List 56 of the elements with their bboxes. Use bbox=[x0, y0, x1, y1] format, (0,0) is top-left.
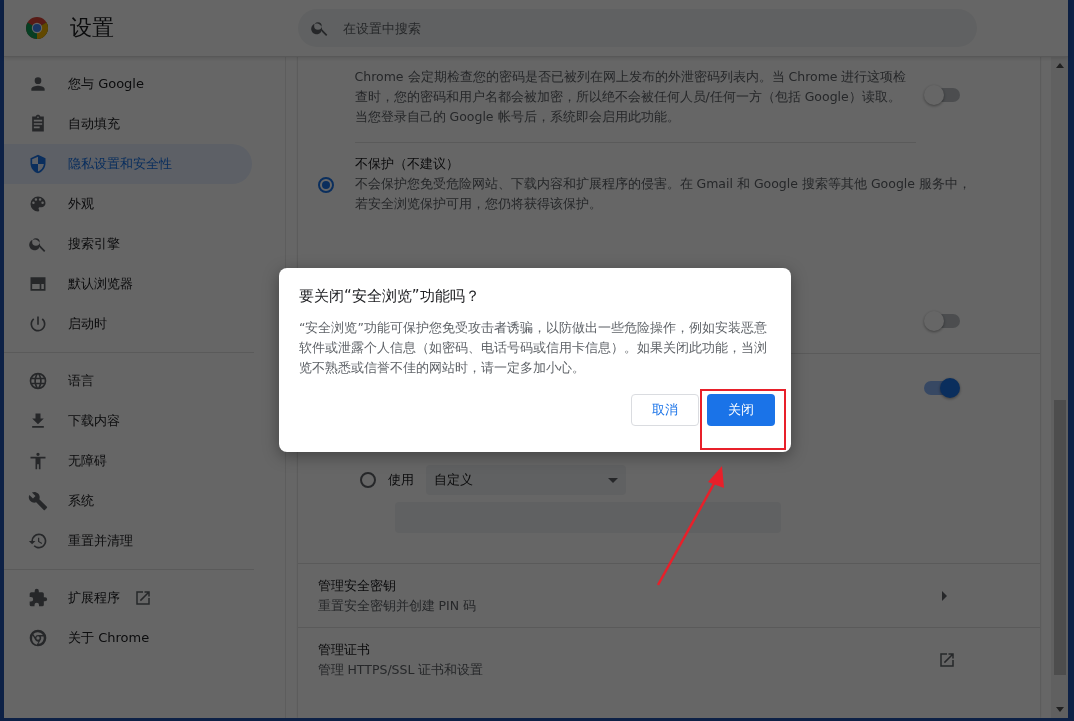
dialog-title: 要关闭“安全浏览”功能吗？ bbox=[299, 286, 481, 306]
chrome-logo-icon bbox=[25, 16, 49, 40]
dialog-message: “安全浏览”功能可保护您免受攻击者诱骗，以防做出一些危险操作，例如安装恶意软件或泄露个人信息（如密码、电话号码或信用卡信息）。如果关闭此功能，当浏览不熟悉或信誉不佳的网站时，请一定多加小心。 bbox=[299, 319, 768, 377]
setting-description: 当您登录自己的 Google 帐号后，系统即会启用此功能。 bbox=[354, 108, 681, 126]
toggle-switch[interactable] bbox=[923, 380, 958, 395]
toggle-switch[interactable] bbox=[925, 314, 960, 328]
close-button[interactable]: 关闭 bbox=[707, 394, 775, 426]
power-icon bbox=[28, 314, 48, 334]
sidebar-item[interactable]: 默认浏览器 bbox=[4, 264, 252, 304]
option-label: 使用 bbox=[387, 471, 414, 489]
radio-button[interactable] bbox=[359, 472, 376, 488]
browser-window-icon bbox=[28, 274, 48, 294]
sidebar-item[interactable]: 下载内容 bbox=[4, 401, 252, 441]
sidebar-item[interactable]: 启动时 bbox=[4, 304, 252, 344]
radio-button[interactable] bbox=[317, 177, 334, 193]
sidebar-item[interactable]: 关于 Chrome bbox=[4, 618, 252, 658]
scrollbar[interactable] bbox=[1051, 57, 1068, 718]
setting-description: Chrome 会定期检查您的密码是否已被列在网上发布的外泄密码列表内。当 Chrome 进行这项检 bbox=[354, 68, 908, 86]
toggle-switch[interactable] bbox=[925, 88, 960, 102]
sidebar-item[interactable]: 您与 Google bbox=[4, 64, 252, 104]
chevron-right-icon bbox=[941, 590, 947, 601]
row-subtitle: 重置安全密钥并创建 PIN 码 bbox=[317, 596, 478, 615]
shield-icon bbox=[28, 154, 48, 174]
sidebar-item[interactable]: 语言 bbox=[4, 361, 252, 401]
cancel-button[interactable]: 取消 bbox=[631, 394, 699, 426]
sidebar-item[interactable]: 隐私设置和安全性 bbox=[4, 144, 252, 184]
sidebar-item[interactable]: 无障碍 bbox=[4, 441, 252, 481]
custom-url-field[interactable] bbox=[394, 502, 781, 533]
page-title: 设置 bbox=[70, 14, 115, 42]
option-description: 不会保护您免受危险网站、下载内容和扩展程序的侵害。在 Gmail 和 Google 搜索等其他 Google 服务中， bbox=[354, 175, 971, 193]
sidebar-item[interactable]: 外观 bbox=[4, 184, 252, 224]
provider-dropdown[interactable]: 自定义 bbox=[425, 465, 626, 495]
row-title: 管理安全密钥 bbox=[317, 576, 397, 595]
row-title: 管理证书 bbox=[317, 640, 371, 659]
sidebar-item[interactable]: 重置并清理 bbox=[4, 521, 252, 561]
dropdown-caret-icon bbox=[607, 477, 618, 483]
wrench-icon bbox=[28, 491, 48, 511]
option-title: 不保护（不建议） bbox=[354, 155, 460, 173]
sidebar-item[interactable]: 搜索引擎 bbox=[4, 224, 252, 264]
history-icon bbox=[28, 531, 48, 551]
accessibility-icon bbox=[28, 451, 48, 471]
person-icon bbox=[28, 74, 48, 94]
settings-row[interactable]: 管理安全密钥 重置安全密钥并创建 PIN 码 bbox=[297, 563, 1040, 627]
sidebar-item[interactable]: 系统 bbox=[4, 481, 252, 521]
chrome-outline-icon bbox=[28, 628, 48, 648]
settings-row[interactable]: 管理证书 管理 HTTPS/SSL 证书和设置 bbox=[297, 627, 1040, 691]
globe-icon bbox=[28, 371, 48, 391]
scroll-down-icon[interactable] bbox=[1055, 707, 1064, 712]
sidebar-item[interactable]: 自动填充 bbox=[4, 104, 252, 144]
palette-icon bbox=[28, 194, 48, 214]
sidebar-item[interactable]: 扩展程序 bbox=[4, 578, 252, 618]
external-link-icon bbox=[937, 650, 956, 669]
scroll-up-icon[interactable] bbox=[1055, 63, 1064, 68]
puzzle-icon bbox=[28, 588, 48, 608]
option-description: 若安全浏览保护可用，您仍将获得该保护。 bbox=[354, 195, 603, 213]
row-subtitle: 管理 HTTPS/SSL 证书和设置 bbox=[317, 660, 485, 679]
